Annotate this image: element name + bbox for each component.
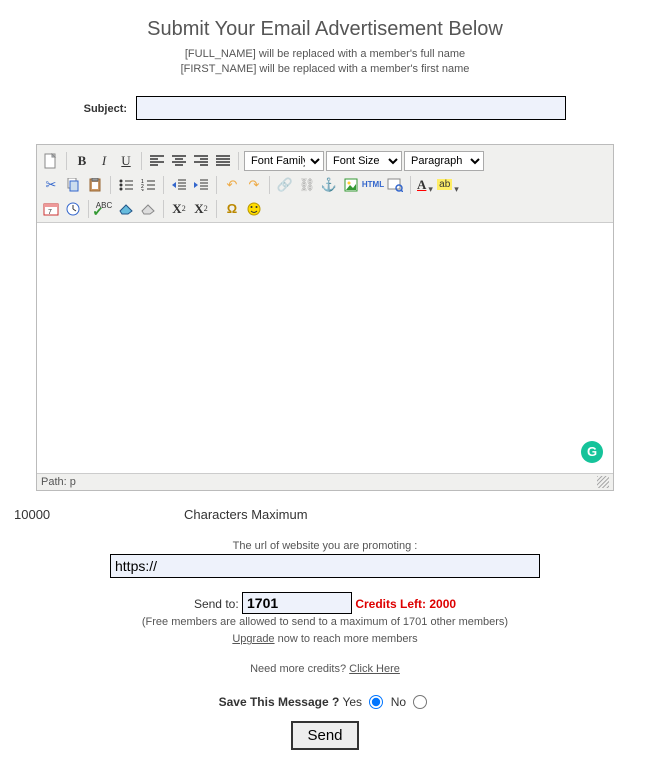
placeholder-note-2: [FIRST_NAME] will be replaced with a mem…	[8, 62, 642, 77]
grammarly-icon[interactable]: G	[581, 441, 603, 463]
save-message-label: Save This Message ?	[219, 695, 340, 709]
underline-icon[interactable]: U	[116, 151, 136, 171]
upgrade-text: now to reach more members	[275, 633, 418, 645]
save-yes-radio[interactable]	[369, 695, 383, 709]
superscript-icon[interactable]: X2	[191, 199, 211, 219]
resize-handle-icon[interactable]	[597, 476, 609, 488]
send-to-label: Send to:	[194, 597, 239, 611]
eraser-icon[interactable]	[116, 199, 136, 219]
numbered-list-icon[interactable]: 123	[138, 175, 158, 195]
anchor-icon[interactable]: ⚓	[319, 175, 339, 195]
char-count: 10000	[14, 507, 184, 522]
special-char-icon[interactable]: Ω	[222, 199, 242, 219]
preview-icon[interactable]	[385, 175, 405, 195]
outdent-icon[interactable]	[169, 175, 189, 195]
spellcheck-icon[interactable]: ABC✔	[94, 199, 114, 219]
cut-icon[interactable]: ✂	[41, 175, 61, 195]
align-justify-icon[interactable]	[213, 151, 233, 171]
svg-text:3: 3	[141, 189, 144, 191]
background-color-icon[interactable]: ab	[438, 175, 458, 195]
image-icon[interactable]	[341, 175, 361, 195]
align-center-icon[interactable]	[169, 151, 189, 171]
rich-text-editor: B I U Font Family Font Size Paragraph ✂	[36, 144, 614, 491]
paragraph-format-select[interactable]: Paragraph	[404, 151, 484, 171]
bold-icon[interactable]: B	[72, 151, 92, 171]
save-no-radio[interactable]	[413, 695, 427, 709]
link-icon[interactable]: 🔗	[275, 175, 295, 195]
font-family-select[interactable]: Font Family	[244, 151, 324, 171]
text-color-icon[interactable]: A	[416, 175, 436, 195]
insert-date-icon[interactable]: 7	[41, 199, 61, 219]
subscript-icon[interactable]: X2	[169, 199, 189, 219]
send-to-input[interactable]	[242, 592, 352, 614]
save-yes-label: Yes	[342, 695, 362, 709]
indent-icon[interactable]	[191, 175, 211, 195]
send-button[interactable]: Send	[291, 721, 358, 750]
url-label: The url of website you are promoting :	[8, 540, 642, 552]
italic-icon[interactable]: I	[94, 151, 114, 171]
emoticon-icon[interactable]	[244, 199, 264, 219]
html-source-icon[interactable]: HTML	[363, 175, 383, 195]
page-title: Submit Your Email Advertisement Below	[8, 18, 642, 41]
align-left-icon[interactable]	[147, 151, 167, 171]
align-right-icon[interactable]	[191, 151, 211, 171]
click-here-link[interactable]: Click Here	[349, 663, 400, 675]
copy-icon[interactable]	[63, 175, 83, 195]
undo-icon[interactable]: ↶	[222, 175, 242, 195]
placeholder-note-1: [FULL_NAME] will be replaced with a memb…	[8, 47, 642, 62]
font-size-select[interactable]: Font Size	[326, 151, 402, 171]
insert-time-icon[interactable]	[63, 199, 83, 219]
upgrade-link[interactable]: Upgrade	[232, 633, 274, 645]
remove-format-icon[interactable]	[138, 199, 158, 219]
new-document-icon[interactable]	[41, 151, 61, 171]
credits-left: Credits Left: 2000	[355, 597, 456, 611]
subject-label: Subject:	[84, 103, 127, 115]
unlink-icon[interactable]: ⛓	[297, 175, 317, 195]
char-max-label: Characters Maximum	[184, 507, 308, 522]
editor-path: Path: p	[41, 476, 76, 488]
paste-icon[interactable]	[85, 175, 105, 195]
subject-input[interactable]	[136, 96, 566, 120]
editor-content-area[interactable]: G	[37, 223, 613, 473]
free-member-note: (Free members are allowed to send to a m…	[8, 614, 642, 632]
redo-icon[interactable]: ↷	[244, 175, 264, 195]
save-no-label: No	[391, 695, 406, 709]
editor-toolbar: B I U Font Family Font Size Paragraph ✂	[37, 145, 613, 223]
svg-text:7: 7	[48, 209, 52, 216]
bullet-list-icon[interactable]	[116, 175, 136, 195]
need-credits-text: Need more credits?	[250, 663, 349, 675]
url-input[interactable]	[110, 554, 540, 578]
